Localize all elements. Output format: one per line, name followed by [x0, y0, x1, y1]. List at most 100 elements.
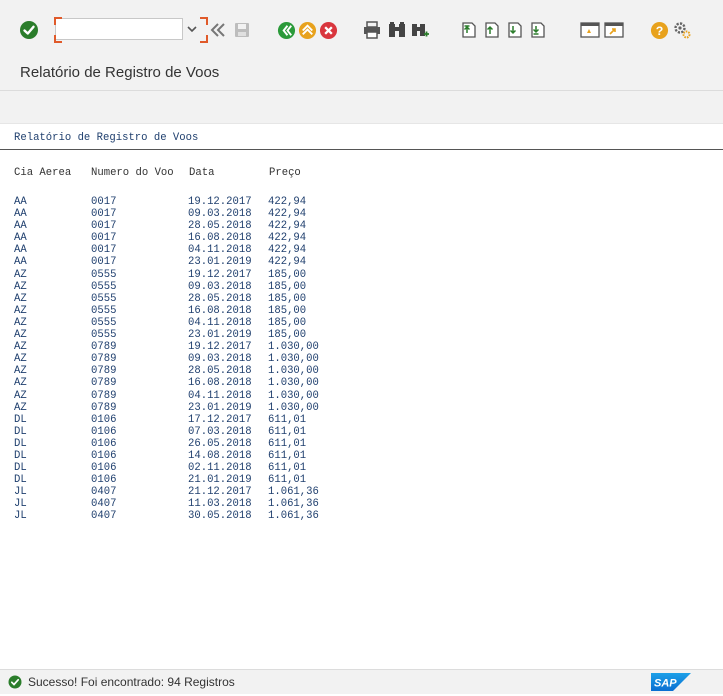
table-row: AZ 0555 28.05.2018 185,00: [14, 293, 394, 305]
table-row: AA 0017 28.05.2018 422,94: [14, 220, 394, 232]
settings-icon[interactable]: [671, 18, 693, 42]
cell-airline: AZ: [14, 401, 27, 414]
enter-icon[interactable]: [18, 18, 40, 42]
cell-price: 422,94: [268, 220, 307, 233]
cell-flight-number: 0017: [91, 196, 117, 208]
exit-icon[interactable]: [297, 18, 317, 42]
previous-page-icon[interactable]: [481, 18, 501, 42]
cell-price: 1.061,36: [268, 510, 319, 523]
command-field[interactable]: [55, 18, 183, 40]
cancel-icon[interactable]: [318, 18, 338, 42]
table-row: AA 0017 16.08.2018 422,94: [14, 232, 394, 244]
cell-airline: AZ: [14, 280, 27, 293]
print-icon[interactable]: [361, 18, 383, 42]
last-page-icon[interactable]: [527, 18, 547, 42]
cell-price: 422,94: [268, 244, 307, 257]
report-title-divider: [0, 149, 723, 150]
cell-date: 04.11.2018: [188, 244, 252, 257]
find-next-icon[interactable]: [409, 18, 431, 42]
command-field-focus-corner: [200, 17, 208, 25]
cell-flight-number: 0017: [91, 244, 117, 257]
table-row: DL 0106 21.01.2019 611,01: [14, 474, 394, 486]
table-row: DL 0106 17.12.2017 611,01: [14, 414, 394, 426]
cell-flight-number: 0017: [91, 232, 117, 245]
table-row: AZ 0789 19.12.2017 1.030,00: [14, 341, 394, 353]
table-row: DL 0106 14.08.2018 611,01: [14, 450, 394, 462]
report-rows: AA 0017 19.12.2017 422,94 AA 0017 09.03.2018 42…: [14, 196, 394, 523]
cell-price: 1.061,36: [268, 486, 319, 499]
cell-price: 611,01: [268, 413, 307, 426]
cell-airline: AA: [14, 232, 27, 245]
cell-price: 422,94: [268, 196, 307, 208]
cell-date: 09.03.2018: [188, 280, 252, 293]
command-dropdown-icon[interactable]: [185, 18, 199, 40]
table-row: AZ 0555 09.03.2018 185,00: [14, 281, 394, 293]
cell-airline: DL: [14, 462, 27, 475]
cell-date: 26.05.2018: [188, 437, 252, 450]
table-row: AZ 0555 04.11.2018 185,00: [14, 317, 394, 329]
cell-price: 422,94: [268, 256, 307, 269]
cell-flight-number: 0407: [91, 510, 117, 523]
cell-price: 611,01: [268, 462, 307, 475]
status-bar: Sucesso! Foi encontrado: 94 Registros SA…: [0, 669, 723, 694]
shortcut-icon[interactable]: [603, 18, 625, 42]
cell-airline: DL: [14, 425, 27, 438]
command-field-focus-corner: [54, 35, 62, 43]
next-page-icon[interactable]: [504, 18, 524, 42]
column-header-airline: Cia Aerea: [14, 167, 72, 179]
cell-flight-number: 0555: [91, 316, 117, 329]
cell-airline: DL: [14, 474, 27, 487]
cell-date: 16.08.2018: [188, 232, 252, 245]
table-row: AZ 0789 23.01.2019 1.030,00: [14, 402, 394, 414]
svg-text:?: ?: [655, 23, 663, 37]
cell-airline: DL: [14, 413, 27, 426]
create-session-icon[interactable]: [579, 18, 601, 42]
cell-airline: AZ: [14, 292, 27, 305]
cell-airline: AZ: [14, 365, 27, 378]
sap-logo: SAP: [651, 673, 691, 691]
cell-airline: AZ: [14, 341, 27, 354]
cell-flight-number: 0106: [91, 474, 117, 487]
cell-airline: DL: [14, 437, 27, 450]
cell-airline: AZ: [14, 353, 27, 366]
cell-date: 28.05.2018: [188, 365, 252, 378]
save-icon[interactable]: [232, 18, 252, 42]
cell-flight-number: 0555: [91, 292, 117, 305]
sap-logo-text: SAP: [654, 678, 677, 690]
cell-price: 185,00: [268, 292, 307, 305]
cell-airline: AZ: [14, 316, 27, 329]
table-row: AZ 0555 23.01.2019 185,00: [14, 329, 394, 341]
table-row: AZ 0789 16.08.2018 1.030,00: [14, 377, 394, 389]
cell-airline: AZ: [14, 389, 27, 402]
cell-price: 185,00: [268, 280, 307, 293]
status-message[interactable]: Sucesso! Foi encontrado: 94 Registros: [28, 675, 235, 689]
system-toolbar: ?: [0, 0, 723, 57]
cell-date: 21.12.2017: [188, 486, 252, 499]
cell-airline: AZ: [14, 268, 27, 281]
help-icon[interactable]: ?: [649, 18, 669, 42]
cell-date: 09.03.2018: [188, 353, 252, 366]
find-icon[interactable]: [386, 18, 408, 42]
table-row: JL 0407 21.12.2017 1.061,36: [14, 486, 394, 498]
collapse-icon[interactable]: [208, 18, 228, 42]
application-toolbar: [0, 91, 723, 124]
cell-airline: AA: [14, 220, 27, 233]
cell-price: 422,94: [268, 208, 307, 221]
back-icon[interactable]: [276, 18, 296, 42]
cell-flight-number: 0789: [91, 377, 117, 390]
cell-date: 23.01.2019: [188, 329, 252, 342]
table-row: AA 0017 04.11.2018 422,94: [14, 244, 394, 256]
cell-airline: AA: [14, 244, 27, 257]
column-header-date: Data: [189, 167, 215, 179]
cell-price: 611,01: [268, 425, 307, 438]
cell-date: 23.01.2019: [188, 256, 252, 269]
table-row: AZ 0789 04.11.2018 1.030,00: [14, 390, 394, 402]
cell-date: 04.11.2018: [188, 316, 252, 329]
cell-flight-number: 0555: [91, 280, 117, 293]
cell-airline: AZ: [14, 377, 27, 390]
cell-price: 611,01: [268, 437, 307, 450]
cell-flight-number: 0789: [91, 341, 117, 354]
first-page-icon[interactable]: [458, 18, 478, 42]
cell-price: 1.061,36: [268, 498, 319, 511]
table-row: AA 0017 23.01.2019 422,94: [14, 256, 394, 268]
